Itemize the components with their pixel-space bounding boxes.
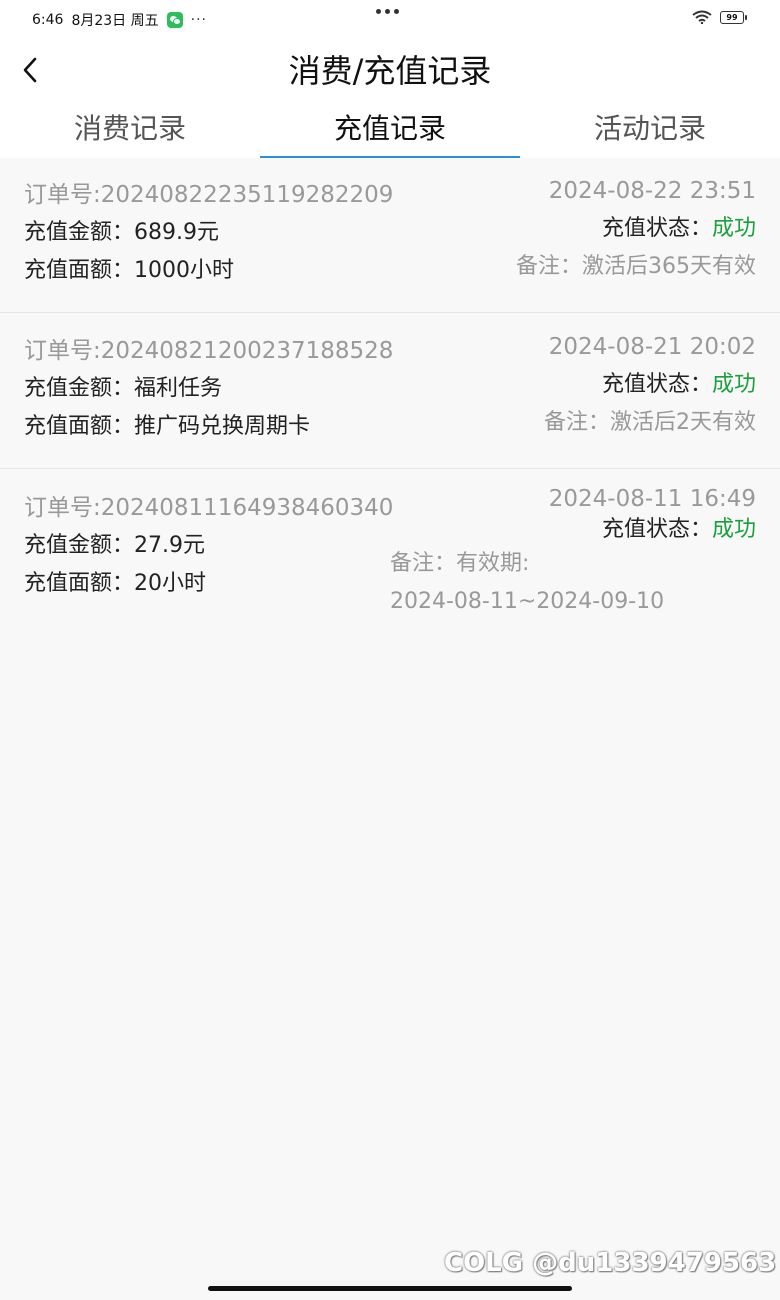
status-label: 充值状态： (601, 372, 712, 397)
recharge-status: 充值状态：成功 (516, 210, 756, 248)
order-number: 订单号:20240811164938460340 (24, 495, 394, 521)
record-note: 备注：激活后365天有效 (516, 254, 756, 279)
recharge-face-value: 充值面额：20小时 (24, 571, 206, 596)
record-datetime: 2024-08-21 20:02 (548, 334, 756, 360)
tab-recharge[interactable]: 充值记录 (260, 102, 520, 158)
wechat-icon (166, 12, 183, 28)
status-label: 充值状态： (601, 216, 712, 241)
record-datetime: 2024-08-11 16:49 (548, 486, 756, 512)
battery-icon: 99 (720, 10, 747, 24)
tab-consumption[interactable]: 消费记录 (0, 102, 260, 158)
order-number: 订单号:20240822235119282209 (24, 182, 394, 208)
watermark: COLG @du1339479563 (444, 1248, 777, 1278)
status-label: 充值状态： (601, 517, 712, 542)
recharge-amount: 充值金额：27.9元 (24, 533, 205, 558)
wifi-icon (692, 10, 712, 24)
list-item[interactable]: 订单号:20240822235119282209 充值金额：689.9元 充值面… (0, 158, 780, 313)
recharge-status: 充值状态：成功 (549, 515, 756, 545)
status-bar: 6:46 8月23日 周五 ··· 99 (0, 0, 780, 40)
recharge-status: 充值状态：成功 (544, 366, 756, 404)
status-time: 6:46 (32, 12, 64, 28)
page-title: 消费/充值记录 (288, 52, 492, 90)
recharge-amount: 充值金额：689.9元 (24, 220, 219, 245)
status-more: ··· (190, 12, 207, 28)
top-area: 6:46 8月23日 周五 ··· 99 消费/充值记录 消费记录 充值记录 活… (0, 0, 780, 158)
dot (385, 9, 390, 14)
status-right: 99 (692, 10, 747, 24)
list-item[interactable]: 订单号:20240821200237188528 充值金额：福利任务 充值面额：… (0, 313, 780, 469)
list-item[interactable]: 订单号:20240811164938460340 充值金额：27.9元 充值面额… (0, 469, 780, 629)
nav-header: 消费/充值记录 (0, 40, 780, 102)
status-badge: 成功 (711, 372, 756, 397)
record-datetime: 2024-08-22 23:51 (548, 178, 756, 204)
home-indicator[interactable] (208, 1286, 572, 1291)
status-badge: 成功 (711, 517, 756, 542)
status-badge: 成功 (711, 216, 756, 241)
record-note: 备注：激活后2天有效 (544, 410, 756, 435)
recharge-face-value: 充值面额：1000小时 (24, 258, 234, 283)
dot (376, 9, 381, 14)
status-left: 6:46 8月23日 周五 ··· (32, 10, 207, 30)
tab-bar: 消费记录 充值记录 活动记录 (0, 102, 780, 158)
recharge-face-value: 充值面额：推广码兑换周期卡 (24, 414, 311, 439)
recharge-amount: 充值金额：福利任务 (24, 376, 223, 401)
tab-activity[interactable]: 活动记录 (520, 102, 780, 158)
record-note-block: 备注：有效期: 2024-08-11~2024-09-10 (390, 545, 664, 621)
status-date: 8月23日 周五 (71, 13, 159, 29)
recharge-record-list: 订单号:20240822235119282209 充值金额：689.9元 充值面… (0, 158, 780, 629)
record-note-label: 备注：有效期: (390, 551, 530, 576)
order-number: 订单号:20240821200237188528 (24, 338, 394, 364)
dot (394, 9, 399, 14)
multitask-dots-icon[interactable] (376, 9, 399, 14)
record-note-validity: 2024-08-11~2024-09-10 (390, 589, 665, 614)
